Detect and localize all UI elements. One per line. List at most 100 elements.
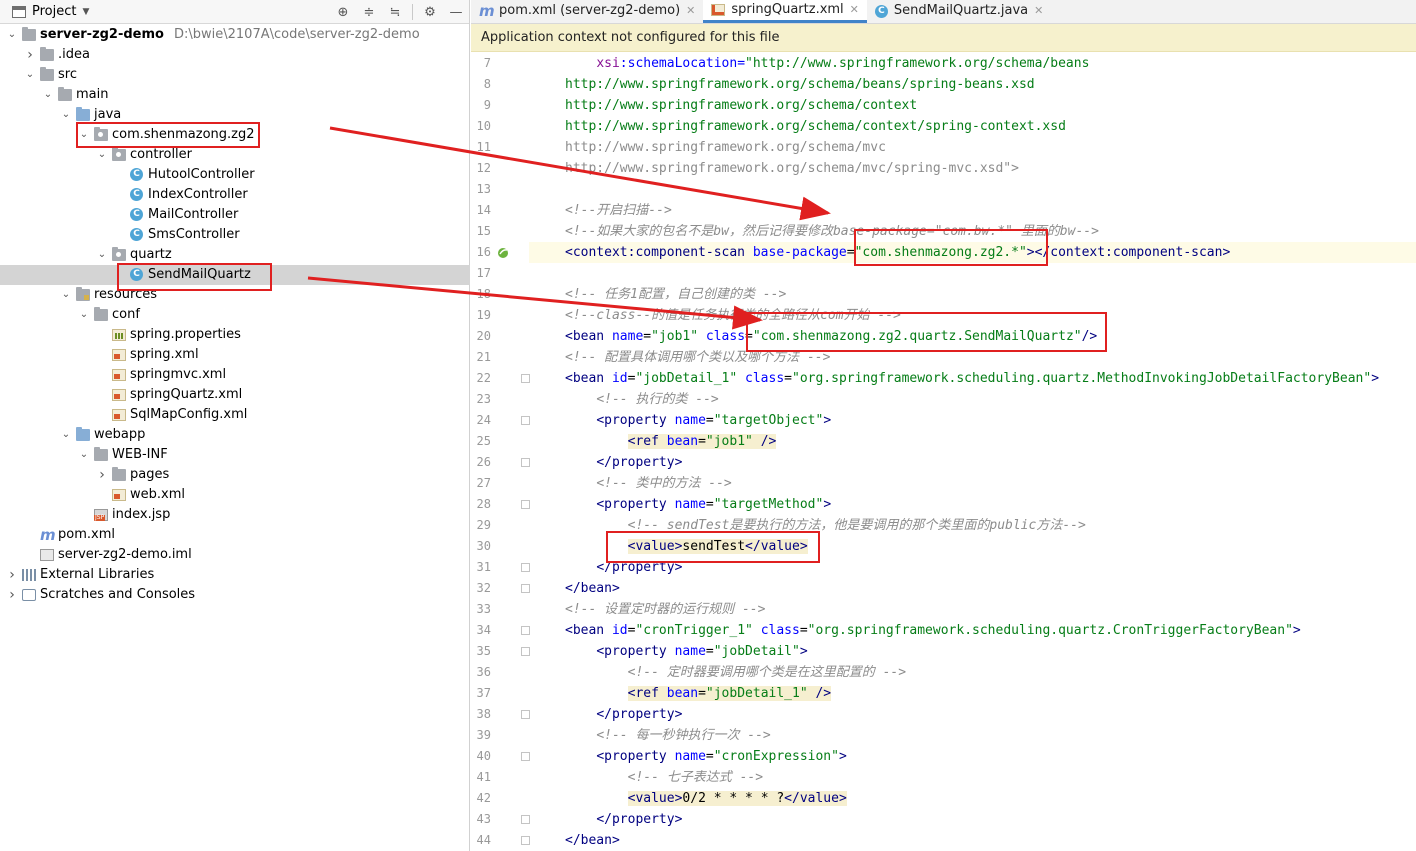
chevron-down-icon[interactable]: ⌄ [6,25,18,45]
code-token: <ref [627,434,667,449]
tree-item[interactable]: › .idea [0,45,470,65]
code-line[interactable]: <ref bean="jobDetail_1" /> [565,683,832,704]
code-token: 0/2 * * * * ? [682,791,785,806]
editor-area: m pom.xml (server-zg2-demo) ✕ springQuartz.… [471,0,1416,851]
annotation-box-base-package [854,229,1048,266]
code-line[interactable]: </property> [565,452,682,473]
spring-bean-icon[interactable] [497,246,511,260]
editor-tab[interactable]: m pom.xml (server-zg2-demo) ✕ [471,0,703,23]
code-line[interactable]: <!-- 任务1配置，自己创建的类 --> [565,284,786,305]
chevron-right-icon[interactable]: › [6,565,18,585]
tree-item[interactable]: springmvc.xml [0,365,470,385]
xml-file-icon [711,3,726,16]
project-tree: ⌄ server-zg2-demo D:\bwie\2107A\code\serve… [0,25,470,605]
chevron-down-icon[interactable]: ⌄ [24,65,36,85]
code-line[interactable]: http://www.springframework.org/schema/co… [565,95,917,116]
line-number: 22 [476,371,491,385]
code-token: = [705,644,714,659]
chevron-down-icon[interactable]: ⌄ [42,85,54,105]
code-line[interactable]: <property name="targetObject"> [565,410,831,431]
code-line[interactable]: <!-- 每一秒钟执行一次 --> [565,725,770,746]
tree-item[interactable]: ⌄ src [0,65,470,85]
tree-item[interactable]: spring.xml [0,345,470,365]
code-editor[interactable]: xsi:schemaLocation="http://www.springfra… [529,53,1416,851]
chevron-down-icon[interactable]: ⌄ [60,285,72,305]
chevron-down-icon[interactable]: ⌄ [96,245,108,265]
code-token: <property [596,749,675,764]
code-token: "cronTrigger_1" [635,623,753,638]
code-line[interactable]: <bean id="jobDetail_1" class="org.spring… [565,368,1379,389]
close-icon[interactable]: ✕ [1034,0,1043,23]
chevron-down-icon[interactable]: ⌄ [78,305,90,325]
code-line[interactable]: <!-- 七子表达式 --> [565,767,763,788]
code-token: </property> [596,707,683,722]
tree-item[interactable]: m pom.xml [0,525,470,545]
code-token: <!-- 七子表达式 --> [627,770,764,785]
code-line[interactable]: <!-- 定时器要调用哪个类是在这里配置的 --> [565,662,906,683]
line-number: 13 [476,182,491,196]
chevron-right-icon[interactable]: › [96,465,108,485]
tree-item[interactable]: SqlMapConfig.xml [0,405,470,425]
chevron-down-icon[interactable]: ⌄ [96,145,108,165]
code-token: <!-- 类中的方法 --> [596,476,732,491]
gear-icon[interactable]: ⚙ [417,5,443,20]
close-icon[interactable]: ✕ [686,0,695,23]
code-line[interactable]: <bean id="cronTrigger_1" class="org.spri… [565,620,1301,641]
chevron-down-icon[interactable]: ⌄ [60,105,72,125]
editor-tab[interactable]: springQuartz.xml ✕ [703,0,867,23]
code-token: <bean [565,623,612,638]
code-line[interactable]: <property name="jobDetail"> [565,641,807,662]
tree-item[interactable]: ⌄ quartz [0,245,470,265]
code-line[interactable]: <ref bean="job1" /> [565,431,777,452]
tree-item[interactable]: web.xml [0,485,470,505]
code-line[interactable]: <!-- 执行的类 --> [565,389,718,410]
code-line[interactable]: <!--开启扫描--> [565,200,672,221]
tree-item[interactable]: C SmsController [0,225,470,245]
hide-panel-icon[interactable]: — [443,5,469,20]
chevron-right-icon[interactable]: › [6,585,18,605]
chevron-down-icon[interactable]: ▼ [82,7,89,17]
code-line[interactable]: http://www.springframework.org/schema/be… [565,74,1035,95]
code-line[interactable]: http://www.springframework.org/schema/mv… [565,158,1019,179]
tree-item[interactable]: C IndexController [0,185,470,205]
tree-item[interactable]: ⌄ WEB-INF [0,445,470,465]
target-icon[interactable]: ⊕ [330,5,356,20]
code-line[interactable]: http://www.springframework.org/schema/mv… [565,137,886,158]
code-line[interactable]: <property name="targetMethod"> [565,494,831,515]
maven-icon: m [479,2,495,20]
tree-item[interactable]: ⌄ main [0,85,470,105]
close-icon[interactable]: ✕ [850,0,859,20]
code-line[interactable]: </bean> [565,830,620,851]
tree-item[interactable]: › pages [0,465,470,485]
tree-item[interactable]: C MailController [0,205,470,225]
tree-item[interactable]: server-zg2-demo.iml [0,545,470,565]
code-line[interactable]: </property> [565,809,682,830]
code-token: = [784,371,792,386]
tree-item[interactable]: › Scratches and Consoles [0,585,470,605]
tree-item[interactable]: ⌄ conf [0,305,470,325]
tree-item[interactable]: › External Libraries [0,565,470,585]
tree-item[interactable]: C HutoolController [0,165,470,185]
tree-item[interactable]: ⌄ webapp [0,425,470,445]
chevron-down-icon[interactable]: ⌄ [78,445,90,465]
chevron-right-icon[interactable]: › [24,45,36,65]
collapse-all-icon[interactable]: ≒ [382,5,408,20]
expand-all-icon[interactable]: ≑ [356,5,382,20]
project-view-selector[interactable]: Project [32,4,76,19]
tree-item[interactable]: ⌄ server-zg2-demo D:\bwie\2107A\code\serve… [0,25,470,45]
code-line[interactable]: <!-- 类中的方法 --> [565,473,732,494]
tree-item[interactable]: ⌄ controller [0,145,470,165]
code-line[interactable]: <value>0/2 * * * * ?</value> [565,788,847,809]
code-line[interactable]: </bean> [565,578,620,599]
tree-item[interactable]: spring.properties [0,325,470,345]
code-line[interactable]: http://www.springframework.org/schema/co… [565,116,1066,137]
code-line[interactable]: </property> [565,704,682,725]
editor-tab[interactable]: C SendMailQuartz.java ✕ [867,0,1051,23]
code-line[interactable]: <property name="cronExpression"> [565,746,846,767]
tree-item-label: .idea [58,47,90,62]
tree-item[interactable]: index.jsp [0,505,470,525]
chevron-down-icon[interactable]: ⌄ [60,425,72,445]
code-line[interactable]: xsi:schemaLocation="http://www.springfra… [565,53,1089,74]
code-line[interactable]: <!-- 设置定时器的运行规则 --> [565,599,765,620]
tree-item[interactable]: springQuartz.xml [0,385,470,405]
